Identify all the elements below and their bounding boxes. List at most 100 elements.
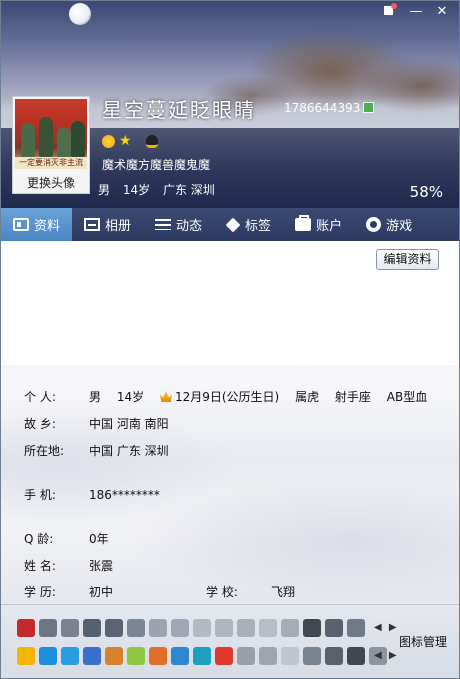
badge-icon[interactable]	[105, 619, 123, 637]
field-school: 学 校: 飞翔	[206, 583, 295, 600]
age: 14岁	[122, 183, 151, 197]
badge-icon[interactable]	[325, 619, 343, 637]
tab-label: 资料	[34, 219, 61, 234]
badge-icon[interactable]	[281, 619, 299, 637]
field-value: 男 14岁 12月9日(公历生日) 属虎 射手座 AB型血	[89, 388, 439, 405]
badge-icon[interactable]	[39, 647, 57, 665]
icon-manager-button[interactable]: 图标管理	[399, 633, 447, 650]
tab-account[interactable]: 账户	[283, 208, 354, 241]
badge-icon[interactable]	[215, 647, 233, 665]
tab-label: 动态	[176, 219, 203, 234]
badge-icon[interactable]	[193, 619, 211, 637]
profile-window: — ✕ 一定要消灭非主流 更换头像 星空蔓延眨眼睛 1786644393 ★ 魔…	[0, 0, 460, 679]
signature: 魔术魔方魔兽魔鬼魔	[102, 158, 211, 172]
tag-icon	[225, 217, 241, 232]
badge-icon[interactable]	[105, 647, 123, 665]
icon-row-1	[17, 619, 365, 637]
badge-icon[interactable]	[149, 647, 167, 665]
badge-icon[interactable]	[347, 647, 365, 665]
badge-icon[interactable]	[237, 619, 255, 637]
cover-banner: — ✕ 一定要消灭非主流 更换头像 星空蔓延眨眼睛 1786644393 ★ 魔…	[1, 1, 459, 208]
badge-icon[interactable]	[127, 619, 145, 637]
badge-icon[interactable]	[83, 619, 101, 637]
moon-decoration	[69, 3, 91, 25]
field-label: 学 历:	[24, 585, 56, 599]
badge-icon[interactable]	[39, 619, 57, 637]
constellation: 射手座	[334, 390, 371, 404]
field-residence: 所在地: 中国 广东 深圳	[24, 442, 169, 459]
badge-icon[interactable]	[171, 647, 189, 665]
badge-icon[interactable]	[259, 619, 277, 637]
badge-icon[interactable]	[281, 647, 299, 665]
skin-icon	[384, 3, 397, 15]
badge-icon[interactable]	[61, 619, 79, 637]
badge-icon[interactable]	[17, 647, 35, 665]
tab-album[interactable]: 相册	[72, 208, 143, 241]
avatar-figure	[21, 123, 35, 157]
badge-icon[interactable]	[171, 619, 189, 637]
edit-profile-button[interactable]: 编辑资料	[376, 249, 439, 270]
field-value: 飞翔	[271, 585, 296, 599]
field-value: 初中	[89, 585, 114, 599]
star-level-icon[interactable]: ★	[119, 134, 132, 148]
field-label: 个 人:	[24, 390, 56, 404]
badge-icon[interactable]	[237, 647, 255, 665]
badge-icon[interactable]	[259, 647, 277, 665]
sun-level-icon[interactable]	[102, 135, 115, 148]
personal-gender: 男	[89, 390, 102, 404]
wallet-icon	[295, 215, 312, 231]
skin-button[interactable]	[379, 3, 401, 21]
tab-feed[interactable]: 动态	[143, 208, 214, 241]
close-button[interactable]: ✕	[431, 3, 453, 21]
icon-scroll-arrows[interactable]: ◀ ▶	[374, 622, 399, 633]
field-value: 中国 河南 南阳	[89, 417, 169, 431]
field-label: 学 校:	[206, 585, 238, 599]
minimize-button[interactable]: —	[405, 3, 427, 21]
field-name: 姓 名: 张震	[24, 557, 113, 574]
badge-icon[interactable]	[347, 619, 365, 637]
tab-games[interactable]: 游戏	[354, 208, 424, 241]
tab-label: 游戏	[386, 219, 413, 234]
feed-list-icon	[155, 218, 172, 231]
tab-profile[interactable]: 资料	[1, 208, 73, 247]
avatar-figure	[57, 127, 71, 157]
field-label: 手 机:	[24, 488, 56, 502]
avatar-figure	[71, 121, 85, 157]
blood-type: AB型血	[386, 390, 428, 404]
birthday: 12月9日(公历生日)	[159, 390, 280, 404]
badge-icon[interactable]	[17, 619, 35, 637]
badge-icon[interactable]	[303, 619, 321, 637]
birthday-text: 12月9日(公历生日)	[174, 390, 280, 404]
zodiac: 属虎	[295, 390, 320, 404]
badge-icon[interactable]	[83, 647, 101, 665]
badge-icon[interactable]	[303, 647, 321, 665]
tab-tags[interactable]: 标签	[214, 208, 283, 241]
field-label: 姓 名:	[24, 559, 56, 573]
field-hometown: 故 乡: 中国 河南 南阳	[24, 415, 169, 432]
change-avatar-button[interactable]: 更换头像	[13, 173, 89, 193]
tab-bar: 资料 相册 动态 标签 账户 游戏	[1, 208, 459, 247]
tab-label: 标签	[245, 219, 272, 234]
badge-icon[interactable]	[61, 647, 79, 665]
icon-toolbar: ◀ ▶ ◀ ▶ 图标管理	[1, 604, 459, 678]
avatar-caption: 一定要消灭非主流	[15, 157, 87, 169]
badge-icon[interactable]	[325, 647, 343, 665]
profile-details-panel: 编辑资料 个 人: 男 14岁 12月9日(公历生日) 属虎 射手座 AB型血 …	[1, 241, 459, 604]
avatar[interactable]: 一定要消灭非主流	[15, 99, 87, 169]
field-value: 中国 广东 深圳	[89, 444, 169, 458]
badge-icon[interactable]	[215, 619, 233, 637]
profile-card-icon	[13, 218, 29, 231]
avatar-figure	[39, 117, 53, 157]
badge-icon[interactable]	[127, 647, 145, 665]
field-value: 186********	[89, 487, 160, 502]
nickname: 星空蔓延眨眼睛	[102, 98, 256, 122]
badge-icon[interactable]	[193, 647, 211, 665]
profile-completion: 58%	[409, 183, 443, 201]
badge-icon[interactable]	[149, 619, 167, 637]
penguin-icon[interactable]	[145, 135, 158, 148]
tab-label: 相册	[105, 219, 132, 234]
basic-info: 男 14岁 广东 深圳	[98, 181, 224, 198]
icon-scroll-arrows[interactable]: ◀ ▶	[374, 650, 399, 661]
field-value: 张震	[89, 559, 114, 573]
field-education: 学 历: 初中	[24, 583, 113, 600]
